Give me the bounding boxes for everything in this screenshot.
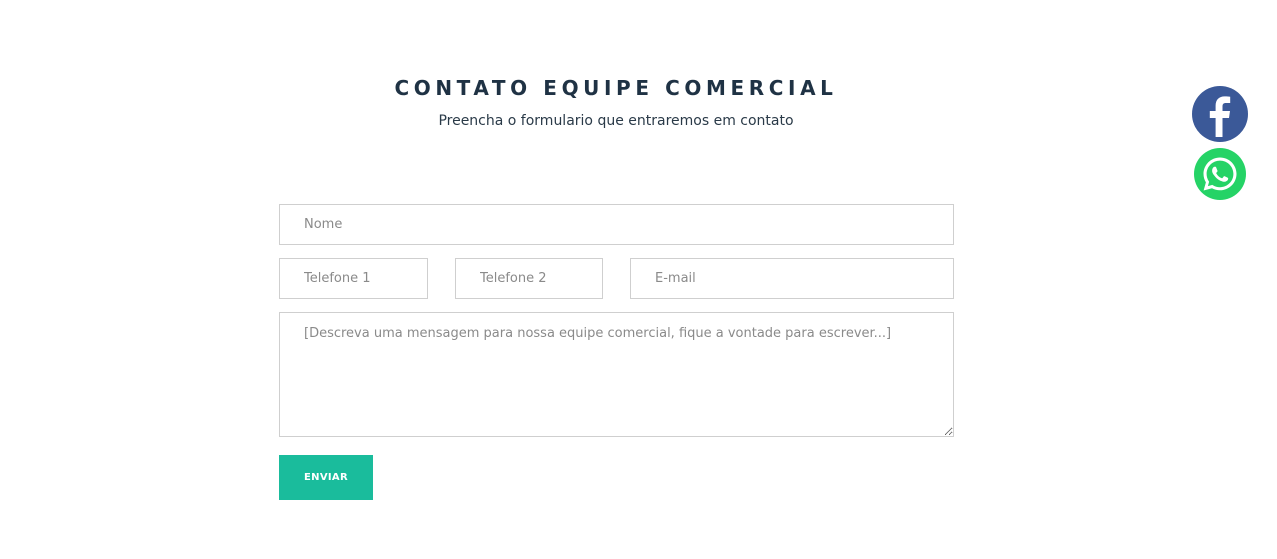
page-subtitle: Preencha o formulario que entraremos em …	[438, 113, 794, 129]
facebook-icon	[1192, 86, 1248, 142]
page-title: CONTATO EQUIPE COMERCIAL	[394, 76, 838, 100]
mensagem-textarea[interactable]	[279, 312, 954, 437]
enviar-button[interactable]: ENVIAR	[279, 455, 373, 500]
telefone2-input[interactable]	[455, 258, 603, 299]
telefone1-input[interactable]	[279, 258, 428, 299]
email-input[interactable]	[630, 258, 954, 299]
facebook-link[interactable]	[1191, 85, 1249, 143]
contact-page: CONTATO EQUIPE COMERCIAL Preencha o form…	[0, 0, 1277, 559]
whatsapp-link[interactable]	[1191, 146, 1249, 204]
nome-input[interactable]	[279, 204, 954, 245]
whatsapp-icon	[1192, 147, 1248, 203]
